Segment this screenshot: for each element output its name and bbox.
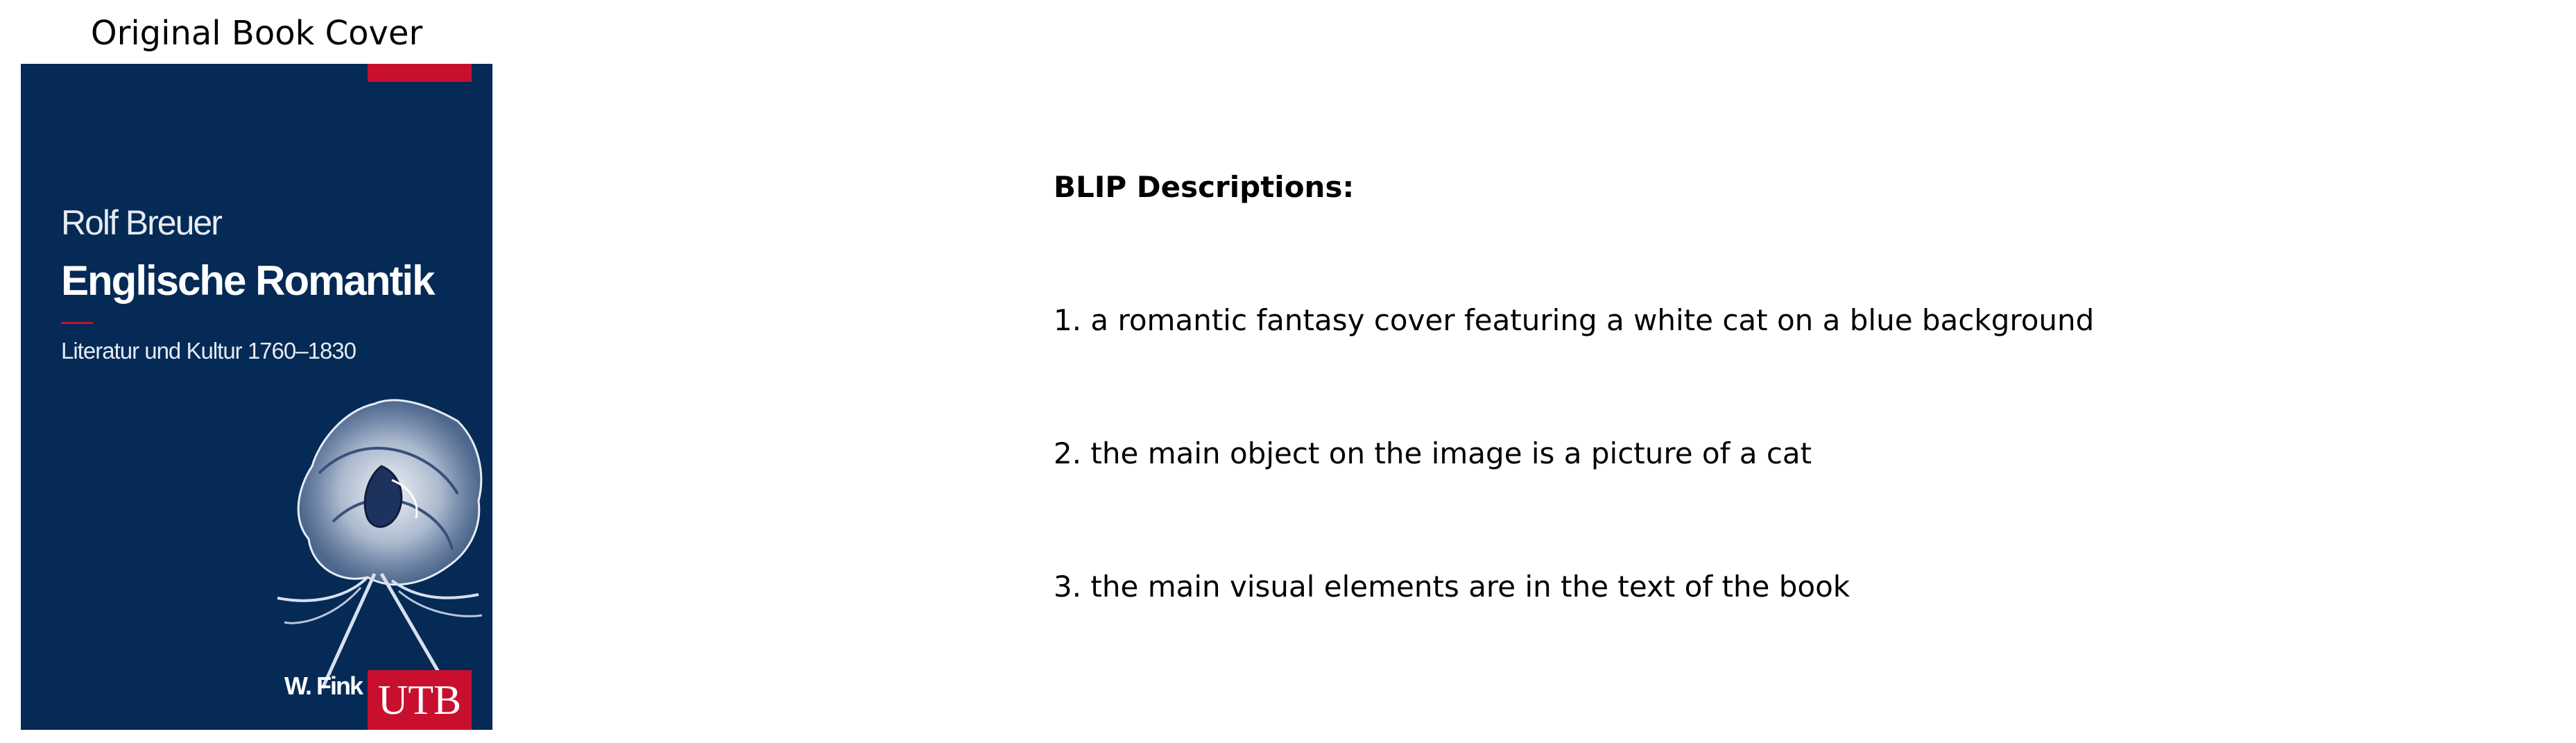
description-item: 3. the main visual elements are in the t… [1054, 570, 1851, 604]
cover-book-title: Englische Romantik [61, 257, 435, 304]
cover-divider [61, 322, 93, 324]
cover-publisher: W. Fink [284, 672, 363, 700]
cover-top-accent [368, 64, 472, 82]
book-cover-image: Rolf Breuer Englische Romantik Literatur… [21, 64, 492, 730]
descriptions-heading: BLIP Descriptions: [1054, 170, 1355, 204]
description-item: 1. a romantic fantasy cover featuring a … [1054, 303, 2095, 337]
cover-subtitle: Literatur und Kultur 1760–1830 [61, 338, 357, 364]
cover-illustration [277, 399, 483, 690]
cover-panel-title: Original Book Cover [90, 14, 423, 53]
figure: Original Book Cover Rolf Breuer Englisch… [0, 0, 2576, 743]
cover-imprint-logo: UTB [368, 670, 472, 730]
cover-author: Rolf Breuer [61, 203, 223, 242]
description-item: 2. the main object on the image is a pic… [1054, 436, 1812, 470]
